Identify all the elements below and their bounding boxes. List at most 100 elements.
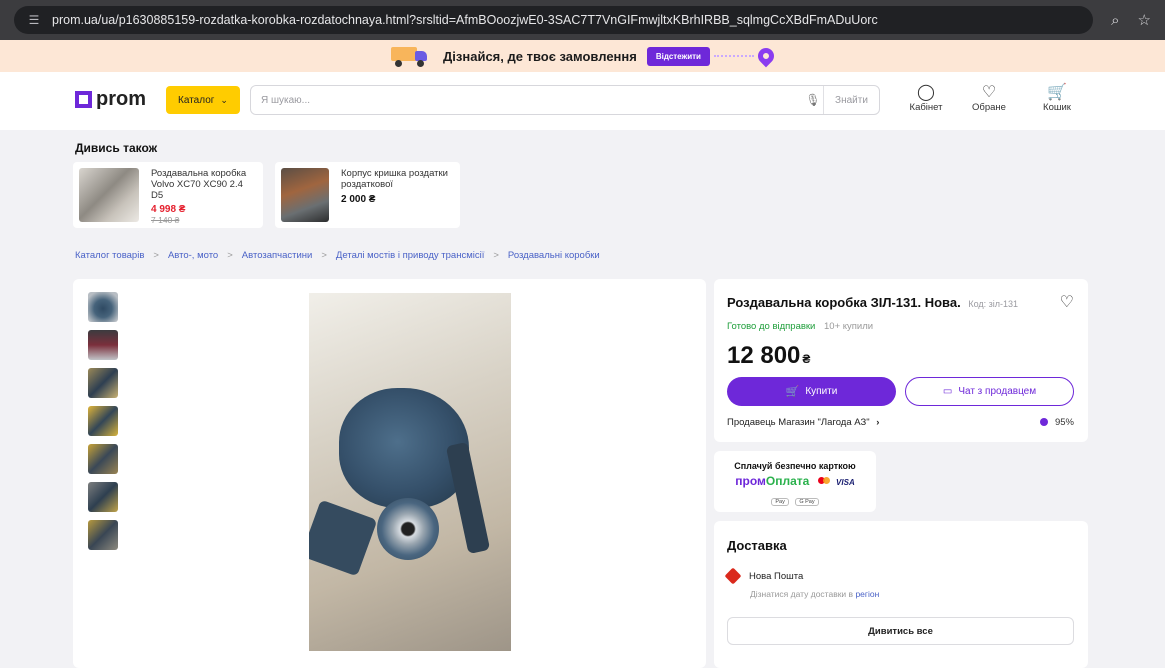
gallery-thumbnail[interactable]: [88, 520, 118, 550]
chevron-right-icon: >: [153, 250, 159, 261]
favorite-heart-icon[interactable]: ♡: [1060, 292, 1074, 312]
seller-name: Продавець Магазин "Лагода АЗ": [727, 417, 870, 428]
bookmark-star-icon[interactable]: ☆: [1138, 11, 1151, 29]
gallery-thumbnail[interactable]: [88, 292, 118, 322]
chat-icon: ▭: [942, 386, 953, 397]
related-product-price: 2 000 ₴: [341, 194, 376, 205]
breadcrumb-item[interactable]: Автозапчастини: [242, 250, 313, 261]
site-header: prom Каталог ⌄ 🎙 Знайти ◯ Кабінет ♡ Обра…: [0, 72, 1165, 130]
buy-label: Купити: [805, 386, 838, 397]
promo-dotted-line: [713, 55, 754, 57]
gallery-thumbnail[interactable]: [88, 444, 118, 474]
product-info-panel: Роздавальна коробка ЗІЛ-131. Нова. Код: …: [714, 279, 1088, 442]
product-price: 12 800 ₴: [727, 342, 810, 370]
heart-icon: ♡: [981, 84, 997, 101]
related-product-price: 4 998 ₴: [151, 204, 186, 215]
main-product-photo[interactable]: [309, 293, 511, 651]
microphone-icon[interactable]: 🎙: [803, 93, 823, 107]
browser-toolbar: ☰ prom.ua/ua/p1630885159-rozdatka-korobk…: [0, 0, 1165, 40]
gallery-thumbnail[interactable]: [88, 368, 118, 398]
cart-icon: 🛒: [1047, 84, 1067, 101]
search-button[interactable]: Знайти: [823, 86, 879, 114]
apple-pay-icon: Pay: [771, 498, 789, 506]
product-code: Код: зіл-131: [968, 299, 1019, 309]
related-product-name: Роздавальна коробка Volvo XC70 XC90 2.4 …: [151, 168, 247, 201]
breadcrumb-item[interactable]: Авто-, мото: [168, 250, 218, 261]
mastercard-icon: [817, 477, 830, 484]
prom-logo[interactable]: prom: [75, 88, 146, 111]
gallery-thumbnail[interactable]: [88, 482, 118, 512]
delivery-note-text: Дізнатися дату доставки в: [750, 589, 854, 599]
product-title: Роздавальна коробка ЗІЛ-131. Нова. Код: …: [727, 295, 1018, 310]
delivery-panel: Доставка Нова Пошта Дізнатися дату доста…: [714, 521, 1088, 668]
logo-mark-icon: [75, 91, 92, 108]
zoom-icon[interactable]: ⌕: [1111, 12, 1119, 29]
visa-logo: VISA: [836, 478, 855, 487]
delivery-option: Нова Пошта: [724, 567, 804, 585]
cabinet-label: Кабінет: [909, 102, 943, 113]
cabinet-link[interactable]: ◯ Кабінет: [901, 84, 951, 113]
chat-with-seller-button[interactable]: ▭ Чат з продавцем: [905, 377, 1074, 406]
carrier-name: Нова Пошта: [749, 570, 804, 582]
delivery-title: Доставка: [727, 538, 787, 553]
catalog-label: Каталог: [178, 94, 215, 106]
cart-icon: 🛒: [785, 386, 800, 398]
wallet-logos: Pay G Pay: [714, 490, 876, 508]
payment-title: Сплачуй безпечно карткою: [734, 461, 856, 471]
price-value: 12 800: [727, 342, 801, 369]
search-bar: 🎙 Знайти: [250, 85, 880, 115]
product-gallery: [73, 279, 706, 668]
related-product-card[interactable]: Корпус кришка роздатки роздаткової 2 000…: [275, 162, 460, 228]
chevron-right-icon: ›: [876, 417, 880, 428]
site-info-icon[interactable]: ☰: [26, 13, 42, 27]
gallery-thumbnail[interactable]: [88, 330, 118, 360]
prom-oplata-logo: промОплата VISA: [714, 474, 876, 488]
delivery-note: Дізнатися дату доставки в регіон: [750, 589, 879, 599]
promo-banner: Дізнайся, де твоє замовлення Відстежити: [0, 40, 1165, 72]
chat-label: Чат з продавцем: [958, 386, 1037, 397]
payment-info-box: Сплачуй безпечно карткою промОплата VISA…: [714, 451, 876, 512]
seller-rating: 95%: [1040, 417, 1074, 428]
related-product-name: Корпус кришка роздатки роздаткової: [341, 168, 448, 190]
catalog-button[interactable]: Каталог ⌄: [166, 86, 240, 114]
chevron-right-icon: >: [493, 250, 499, 261]
seller-link[interactable]: Продавець Магазин "Лагода АЗ" ›: [727, 417, 879, 428]
favorites-label: Обране: [972, 102, 1006, 113]
truck-icon: [391, 45, 431, 67]
rating-icon: [1040, 418, 1049, 426]
favorites-link[interactable]: ♡ Обране: [964, 84, 1014, 113]
nova-poshta-icon: [724, 567, 742, 585]
logo-text: prom: [96, 88, 146, 110]
region-link[interactable]: регіон: [855, 589, 879, 599]
cart-label: Кошик: [1043, 102, 1071, 113]
breadcrumb-item[interactable]: Роздавальні коробки: [508, 250, 600, 261]
breadcrumb-item[interactable]: Каталог товарів: [75, 250, 144, 261]
see-all-button[interactable]: Дивитись все: [727, 617, 1074, 645]
google-pay-icon: G Pay: [795, 498, 819, 506]
availability-status: Готово до відправки 10+ купили: [727, 321, 873, 332]
breadcrumb: Каталог товарів > Авто-, мото > Автозапч…: [75, 250, 600, 261]
address-bar[interactable]: ☰ prom.ua/ua/p1630885159-rozdatka-korobk…: [14, 6, 1094, 34]
gallery-thumbnails: [88, 292, 118, 558]
currency-symbol: ₴: [802, 352, 811, 366]
search-input[interactable]: [251, 87, 803, 113]
related-product-old-price: 7 140 ₴: [151, 215, 180, 225]
track-order-button[interactable]: Відстежити: [646, 46, 710, 66]
buy-button[interactable]: 🛒 Купити: [727, 377, 896, 406]
chevron-right-icon: >: [227, 250, 233, 261]
rating-value: 95%: [1054, 417, 1074, 428]
cart-link[interactable]: 🛒 Кошик: [1032, 84, 1082, 113]
bought-count: 10+ купили: [824, 321, 874, 332]
url-text[interactable]: prom.ua/ua/p1630885159-rozdatka-korobka-…: [52, 13, 1081, 27]
location-pin-icon: [754, 44, 778, 68]
product-thumbnail: [281, 168, 329, 222]
brand-oplata: Оплата: [765, 474, 810, 488]
gallery-thumbnail[interactable]: [88, 406, 118, 436]
see-also-title: Дивись також: [75, 141, 158, 155]
related-product-card[interactable]: Роздавальна коробка Volvo XC70 XC90 2.4 …: [73, 162, 263, 228]
chevron-right-icon: >: [321, 250, 327, 261]
status-text: Готово до відправки: [727, 321, 816, 332]
brand-prom: пром: [735, 474, 766, 488]
breadcrumb-item[interactable]: Деталі мостів і приводу трансмісії: [336, 250, 484, 261]
user-icon: ◯: [917, 84, 935, 101]
